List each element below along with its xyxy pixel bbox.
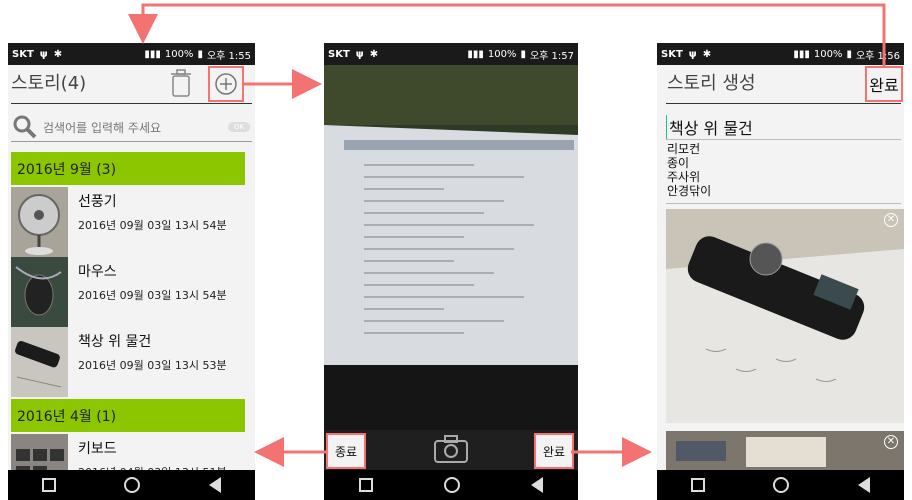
highlight-done <box>534 433 574 469</box>
android-icon: ✱ <box>53 48 63 60</box>
clock-label: 오후 1:55 <box>206 50 251 62</box>
carrier-label: SKT <box>661 48 683 60</box>
story-photo: ✕ <box>666 431 904 471</box>
remove-photo-icon[interactable]: ✕ <box>884 213 898 227</box>
shutter-camera-icon[interactable] <box>434 435 468 463</box>
nav-bar <box>657 470 904 500</box>
page-title: 스토리 생성 <box>667 73 756 94</box>
search-bar[interactable]: 검색어를 입력해 주세요 OK <box>13 113 250 141</box>
usb-icon: ψ <box>39 48 48 60</box>
highlight-exit <box>326 433 366 469</box>
clock-label: 오후 1:57 <box>529 50 574 62</box>
search-input[interactable]: 검색어를 입력해 주세요 <box>43 119 161 136</box>
item-date: 2016년 09월 03일 13시 54분 <box>78 289 227 302</box>
android-icon: ✱ <box>369 48 379 60</box>
mouse-thumbnail <box>11 257 68 327</box>
story-create-screen: SKT ψ ✱ ▮▮▮ 100% ▮ 오후 1:56 스토리 생성 완료 책상 위 물건 … <box>657 43 904 500</box>
nav-bar <box>324 470 578 500</box>
divider <box>666 203 901 204</box>
section-header: 2016년 4월 (1) <box>11 399 245 432</box>
item-title: 마우스 <box>78 264 117 280</box>
item-date: 2016년 09월 03일 13시 53분 <box>78 359 227 372</box>
item-title: 선풍기 <box>78 194 117 210</box>
signal-icon: ▮▮▮ <box>144 48 161 60</box>
battery-label: 100% <box>164 48 194 60</box>
recent-apps-icon[interactable] <box>42 478 57 492</box>
highlight-add <box>208 66 244 102</box>
item-title: 책상 위 물건 <box>78 334 152 350</box>
battery-icon: ▮ <box>520 48 526 60</box>
story-title-input[interactable]: 책상 위 물건 <box>666 115 753 139</box>
desk-thumbnail <box>11 327 68 397</box>
tag-list: 리모컨 종이 주사위 안경닦이 <box>667 142 711 198</box>
usb-icon: ψ <box>688 48 697 60</box>
fan-thumbnail <box>11 187 68 257</box>
recent-apps-icon[interactable] <box>691 478 706 492</box>
search-toggle[interactable]: OK <box>228 122 250 132</box>
section-header: 2016년 9월 (3) <box>11 152 245 185</box>
camera-screen: SKT ψ ✱ ▮▮▮ 100% ▮ 오후 1:57 종료 완료 <box>324 43 578 500</box>
battery-icon: ▮ <box>197 48 203 60</box>
search-icon <box>13 115 37 139</box>
usb-icon: ψ <box>355 48 364 60</box>
tag-item: 안경닦이 <box>667 184 712 198</box>
page-title: 스토리(4) <box>11 73 87 94</box>
home-icon[interactable] <box>124 477 141 493</box>
battery-label: 100% <box>813 48 843 60</box>
highlight-done <box>865 66 903 102</box>
story-photo: ✕ <box>666 209 904 423</box>
carrier-label: SKT <box>328 48 350 60</box>
list-item[interactable]: 책상 위 물건 2016년 09월 03일 13시 53분 <box>11 327 252 397</box>
remote-photo <box>666 209 904 423</box>
trash-icon[interactable] <box>170 69 192 97</box>
battery-label: 100% <box>487 48 517 60</box>
recent-apps-icon[interactable] <box>359 478 374 492</box>
camera-preview <box>324 65 578 430</box>
clock-label: 오후 1:56 <box>855 50 900 62</box>
carrier-label: SKT <box>12 48 34 60</box>
tag-item: 리모컨 <box>667 142 701 156</box>
divider <box>11 141 252 142</box>
nav-bar <box>8 470 255 500</box>
divider <box>666 139 901 140</box>
status-bar: SKT ψ ✱ ▮▮▮ 100% ▮ 오후 1:57 <box>324 43 578 65</box>
list-item[interactable]: 마우스 2016년 09월 03일 13시 54분 <box>11 257 252 327</box>
status-bar: SKT ψ ✱ ▮▮▮ 100% ▮ 오후 1:56 <box>657 43 904 65</box>
back-icon[interactable] <box>530 477 543 493</box>
home-icon[interactable] <box>773 477 790 493</box>
back-icon[interactable] <box>857 477 870 493</box>
story-list-screen: SKT ψ ✱ ▮▮▮ 100% ▮ 오후 1:55 스토리(4) 검색어를 입력해 주세… <box>8 43 255 500</box>
divider <box>666 103 901 104</box>
signal-icon: ▮▮▮ <box>793 48 810 60</box>
item-title: 키보드 <box>78 441 117 457</box>
remove-photo-icon[interactable]: ✕ <box>884 435 898 449</box>
signal-icon: ▮▮▮ <box>467 48 484 60</box>
box-photo <box>666 431 904 471</box>
battery-icon: ▮ <box>846 48 852 60</box>
back-icon[interactable] <box>208 477 221 493</box>
item-date: 2016년 09월 03일 13시 54분 <box>78 219 227 232</box>
home-icon[interactable] <box>443 477 460 493</box>
tag-item: 종이 <box>667 156 690 170</box>
divider <box>11 103 252 104</box>
android-icon: ✱ <box>702 48 712 60</box>
list-item[interactable]: 선풍기 2016년 09월 03일 13시 54분 <box>11 187 252 257</box>
status-bar: SKT ψ ✱ ▮▮▮ 100% ▮ 오후 1:55 <box>8 43 255 65</box>
tag-item: 주사위 <box>667 170 701 184</box>
